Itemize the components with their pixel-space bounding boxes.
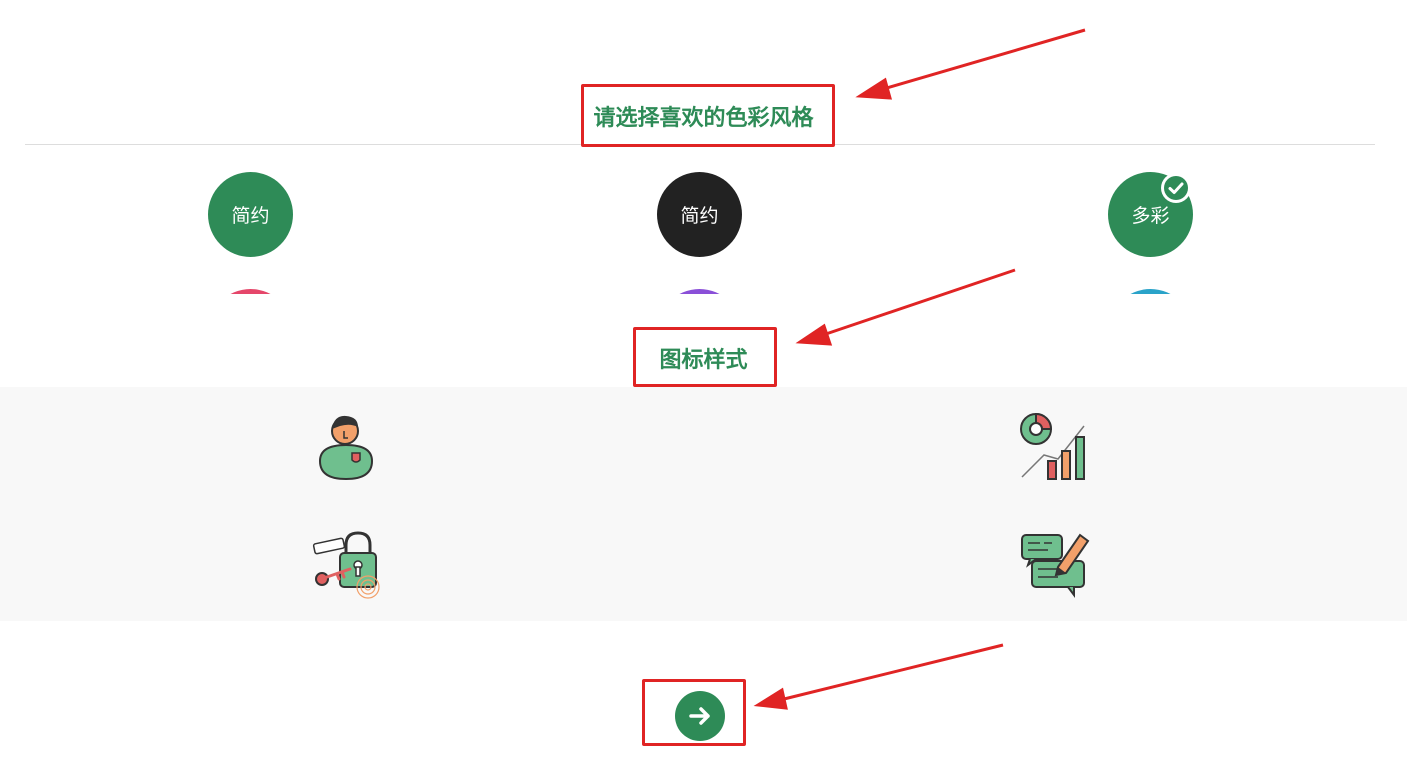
annotation-arrows xyxy=(753,28,1086,710)
